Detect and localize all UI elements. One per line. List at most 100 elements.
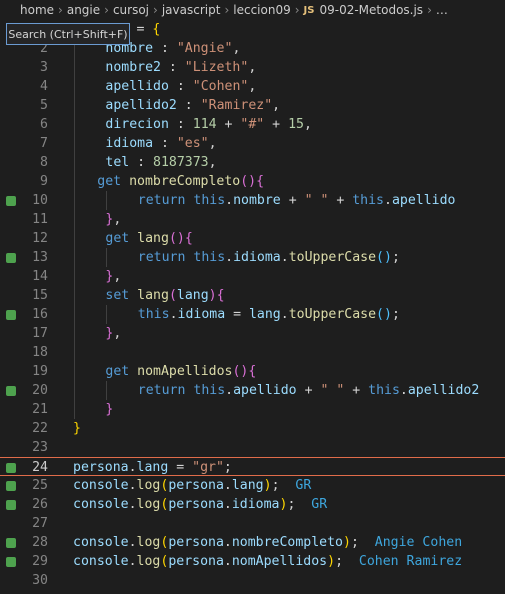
code-token: = — [168, 460, 193, 475]
code-token: lang — [176, 288, 209, 303]
code-token: : — [153, 136, 177, 151]
indent-guide — [74, 39, 75, 419]
modified-marker-icon — [6, 500, 16, 510]
code-token: nomApellidos — [231, 554, 328, 569]
code-token: log — [136, 535, 161, 550]
breadcrumb-file[interactable]: 09-02-Metodos.js — [319, 3, 423, 17]
line-number: 12 — [32, 231, 48, 246]
code-token: . — [223, 535, 232, 550]
breadcrumb-item[interactable]: angie — [67, 3, 100, 17]
code-token: + — [216, 117, 241, 132]
code-token: , — [113, 212, 122, 227]
code-line[interactable]: 28 console.log(persona.nombreCompleto); A… — [0, 533, 505, 552]
code-token: : — [168, 117, 193, 132]
code-token: ; — [391, 307, 400, 322]
code-line[interactable]: 16 this.idioma = lang.toUpperCase(); — [0, 305, 505, 324]
code-line[interactable]: 8 tel : 8187373, — [0, 153, 505, 172]
code-token: } — [105, 402, 114, 417]
code-token: + — [328, 193, 353, 208]
line-number: 5 — [40, 98, 48, 113]
breadcrumb-item[interactable]: cursoj — [113, 3, 149, 17]
code-text: return this.nombre + " " + this.apellido — [138, 191, 456, 210]
code-token: toUpperCase — [288, 250, 377, 265]
modified-marker-icon — [6, 310, 16, 320]
code-line[interactable]: 7 idioma : "es", — [0, 134, 505, 153]
code-line[interactable]: 29 console.log(persona.nomApellidos); Coh… — [0, 552, 505, 571]
code-line[interactable]: 22} — [0, 419, 505, 438]
code-token: " " — [320, 383, 345, 398]
line-number: 8 — [40, 155, 48, 170]
chevron-right-icon: › — [153, 3, 158, 17]
code-line[interactable]: 15 set lang(lang){ — [0, 286, 505, 305]
code-line[interactable]: 17}, — [0, 324, 505, 343]
indent-guide — [106, 191, 108, 210]
code-token: console — [73, 497, 129, 512]
code-token: get — [97, 174, 122, 189]
search-tooltip: Search (Ctrl+Shift+F) — [6, 23, 130, 45]
code-token: { — [216, 288, 225, 303]
code-token: log — [136, 554, 161, 569]
code-token: : — [129, 155, 154, 170]
code-token: . — [280, 250, 289, 265]
line-number: 14 — [32, 269, 48, 284]
line-number: 25 — [32, 478, 48, 493]
code-token: () — [376, 307, 392, 322]
code-line[interactable]: 19 get nomApellidos(){ — [0, 362, 505, 381]
code-token: "Lizeth" — [184, 60, 249, 75]
code-token: console — [73, 478, 129, 493]
breadcrumb-item[interactable]: home — [20, 3, 54, 17]
code-token: { — [152, 22, 161, 37]
modified-marker-icon — [6, 481, 16, 491]
code-text: this.idioma = lang.toUpperCase(); — [138, 305, 400, 324]
code-line[interactable]: 14}, — [0, 267, 505, 286]
code-token: console — [73, 554, 129, 569]
code-token: this — [193, 193, 226, 208]
code-text: get nomApellidos(){ — [105, 362, 256, 381]
code-line[interactable]: 3 nombre2 : "Lizeth", — [0, 58, 505, 77]
code-token: . — [128, 460, 137, 475]
code-token: ) — [327, 554, 336, 569]
code-line[interactable]: 6 direcion : 114 + "#" + 15, — [0, 115, 505, 134]
code-line[interactable]: 11}, — [0, 210, 505, 229]
code-line[interactable]: 30 — [0, 571, 505, 590]
code-text: }, — [105, 210, 121, 229]
code-line[interactable]: 10 return this.nombre + " " + this.apelli… — [0, 191, 505, 210]
code-text: }, — [105, 267, 121, 286]
code-token: apellido — [233, 383, 297, 398]
code-line[interactable]: 20 return this.apellido + " " + this.apel… — [0, 381, 505, 400]
code-token: this — [352, 193, 384, 208]
code-token: ; — [391, 250, 400, 265]
code-token: tel — [105, 155, 130, 170]
code-line[interactable]: 27 — [0, 514, 505, 533]
code-line[interactable]: 5 apellido2 : "Ramirez", — [0, 96, 505, 115]
code-line[interactable]: 4 apellido : "Cohen", — [0, 77, 505, 96]
code-text: get nombreCompleto(){ — [97, 172, 264, 191]
breadcrumb-symbol[interactable]: … — [436, 3, 448, 17]
code-line[interactable]: 24 persona.lang = "gr"; — [0, 457, 505, 476]
breadcrumb-item[interactable]: javascript — [162, 3, 221, 17]
line-number: 3 — [40, 60, 48, 75]
code-token: lang — [231, 478, 264, 493]
code-token: apellido — [105, 79, 169, 94]
line-number: 30 — [32, 573, 48, 588]
code-line[interactable]: 18 — [0, 343, 505, 362]
code-token: this — [193, 250, 226, 265]
code-text: apellido2 : "Ramirez", — [105, 96, 280, 115]
code-line[interactable]: 26 console.log(persona.idioma); GR — [0, 495, 505, 514]
code-line[interactable]: 13 return this.idioma.toUpperCase(); — [0, 248, 505, 267]
code-token: 8187373 — [153, 155, 209, 170]
line-number: 29 — [32, 554, 48, 569]
code-line[interactable]: 23 — [0, 438, 505, 457]
code-token: . — [399, 383, 408, 398]
breadcrumb-item[interactable]: leccion09 — [233, 3, 290, 17]
code-line[interactable]: 25 console.log(persona.lang); GR — [0, 476, 505, 495]
line-number: 6 — [40, 117, 48, 132]
code-editor[interactable]: 1persona = {2nombre : "Angie",3nombre2 :… — [0, 20, 505, 594]
code-line[interactable]: 12 get lang(){ — [0, 229, 505, 248]
chevron-right-icon: › — [58, 3, 63, 17]
code-line[interactable]: 9 get nombreCompleto(){ — [0, 172, 505, 191]
code-token: + — [264, 117, 289, 132]
code-line[interactable]: 21} — [0, 400, 505, 419]
code-text: console.log(persona.lang); GR — [73, 476, 311, 495]
